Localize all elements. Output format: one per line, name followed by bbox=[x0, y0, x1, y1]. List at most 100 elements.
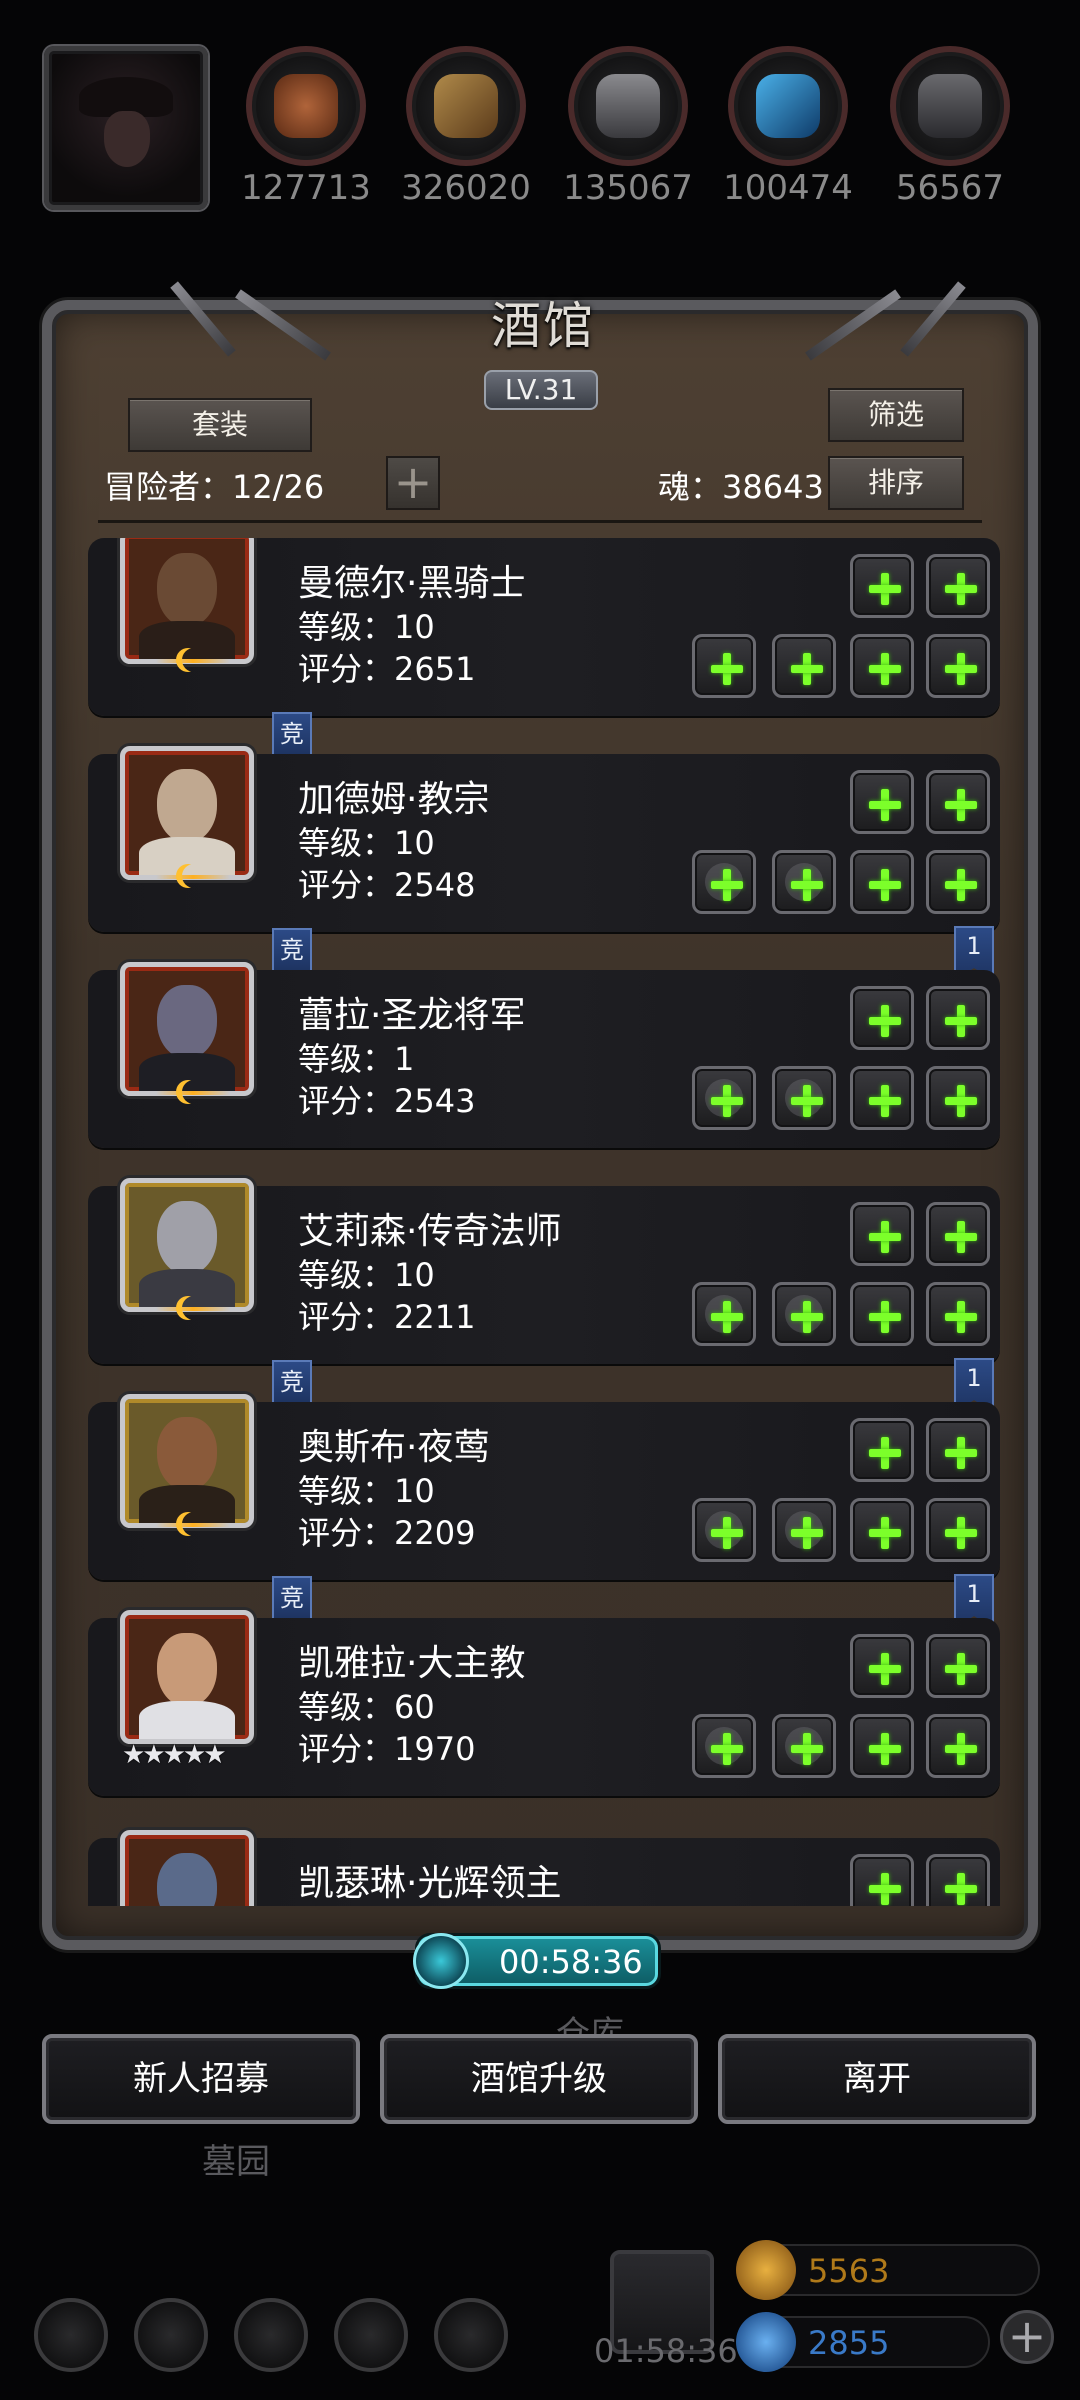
leave-button[interactable]: 离开 bbox=[718, 2034, 1036, 2124]
equip-slot-add-icon[interactable] bbox=[926, 850, 990, 914]
hero-level: 等级：10 bbox=[298, 1472, 435, 1510]
armor-slot-add-icon[interactable] bbox=[772, 1066, 836, 1130]
equip-slot-add-icon[interactable] bbox=[926, 986, 990, 1050]
equip-slot-add-icon[interactable] bbox=[926, 1282, 990, 1346]
hero-card[interactable]: ★★★★★ 凯雅拉·大主教 等级：60 评分：1970 bbox=[88, 1610, 1000, 1796]
adventurer-count: 冒险者：12/26 bbox=[104, 468, 325, 506]
equip-slot-add-icon[interactable] bbox=[850, 1634, 914, 1698]
equip-slot-add-icon[interactable] bbox=[926, 1714, 990, 1778]
arena-tag: 竞 bbox=[272, 928, 312, 972]
gold-coin-icon bbox=[736, 2240, 796, 2300]
clock-icon bbox=[413, 1933, 469, 1989]
hero-name: 凯雅拉·大主教 bbox=[298, 1643, 526, 1684]
hero-name: 艾莉森·传奇法师 bbox=[298, 1211, 562, 1252]
upgrade-tavern-button[interactable]: 酒馆升级 bbox=[380, 2034, 698, 2124]
armor-slot-add-icon[interactable] bbox=[772, 1714, 836, 1778]
crystal-value: 100474 bbox=[723, 168, 853, 208]
equip-slot-add-icon[interactable] bbox=[850, 986, 914, 1050]
moon-rank-icon bbox=[156, 1078, 230, 1108]
moon-rank-icon bbox=[156, 646, 230, 676]
equip-slot-add-icon[interactable] bbox=[850, 1714, 914, 1778]
hero-list[interactable]: 曼德尔·黑骑士 等级：10 评分：2651 竞 加德姆·教宗 等级：10 评分：… bbox=[88, 538, 1000, 1906]
filter-button[interactable]: 筛选 bbox=[828, 388, 964, 442]
hero-name: 蕾拉·圣龙将军 bbox=[298, 995, 526, 1036]
weapon-slot-add-icon[interactable] bbox=[692, 1282, 756, 1346]
equip-slot-add-icon[interactable] bbox=[926, 1066, 990, 1130]
weapon-slot-add-icon[interactable] bbox=[692, 1714, 756, 1778]
equip-slot-add-icon[interactable] bbox=[926, 634, 990, 698]
settings-icon[interactable] bbox=[34, 2298, 108, 2372]
equip-slot-add-icon[interactable] bbox=[850, 770, 914, 834]
hero-card[interactable]: 曼德尔·黑骑士 等级：10 评分：2651 bbox=[88, 538, 1000, 716]
equip-slot-add-icon[interactable] bbox=[850, 1418, 914, 1482]
armor-slot-add-icon[interactable] bbox=[772, 1498, 836, 1562]
equip-slot-add-icon[interactable] bbox=[850, 1498, 914, 1562]
hero-level: 等级：10 bbox=[298, 824, 435, 862]
hero-score: 评分：2211 bbox=[298, 1298, 476, 1336]
recruit-button[interactable]: 新人招募 bbox=[42, 2034, 360, 2124]
hero-name: 奥斯布·夜莺 bbox=[298, 1427, 490, 1468]
equip-slot-add-icon[interactable] bbox=[850, 850, 914, 914]
equip-slot-add-icon[interactable] bbox=[850, 1854, 914, 1906]
hero-card[interactable]: 凯瑟琳·光辉领主 bbox=[88, 1830, 1000, 1906]
equip-slot-add-icon[interactable] bbox=[850, 1066, 914, 1130]
ranking-icon[interactable] bbox=[234, 2298, 308, 2372]
hero-card[interactable]: 加德姆·教宗 等级：10 评分：2548 bbox=[88, 746, 1000, 932]
hero-portrait bbox=[120, 1178, 254, 1312]
arena-tag: 竞 bbox=[272, 712, 312, 756]
equip-slot-add-icon[interactable] bbox=[926, 554, 990, 618]
iron-icon[interactable] bbox=[568, 46, 688, 166]
hero-name: 曼德尔·黑骑士 bbox=[298, 563, 526, 604]
mail-icon[interactable] bbox=[334, 2298, 408, 2372]
equip-slot-add-icon[interactable] bbox=[850, 1202, 914, 1266]
hero-level: 等级：10 bbox=[298, 1256, 435, 1294]
equip-slot-add-icon[interactable] bbox=[926, 1634, 990, 1698]
timer-text: 00:58:36 bbox=[499, 1943, 643, 1981]
armor-slot-add-icon[interactable] bbox=[772, 1282, 836, 1346]
equip-slot-add-icon[interactable] bbox=[850, 634, 914, 698]
gift-timer: 01:58:36 bbox=[594, 2332, 738, 2370]
hero-score: 评分：1970 bbox=[298, 1730, 476, 1768]
moon-rank-icon bbox=[156, 1510, 230, 1540]
equip-slot-add-icon[interactable] bbox=[926, 1418, 990, 1482]
hero-score: 评分：2543 bbox=[298, 1082, 476, 1120]
avatar-face bbox=[104, 111, 150, 167]
equip-slot-add-icon[interactable] bbox=[926, 1498, 990, 1562]
equip-slot-add-icon[interactable] bbox=[772, 634, 836, 698]
wood-icon[interactable] bbox=[406, 46, 526, 166]
steel-icon[interactable] bbox=[890, 46, 1010, 166]
player-avatar[interactable] bbox=[44, 46, 208, 210]
hero-name: 凯瑟琳·光辉领主 bbox=[298, 1863, 562, 1904]
set-button[interactable]: 套装 bbox=[128, 398, 312, 452]
equip-slot-add-icon[interactable] bbox=[926, 1854, 990, 1906]
equip-slot-add-icon[interactable] bbox=[926, 770, 990, 834]
hero-card[interactable]: 蕾拉·圣龙将军 等级：1 评分：2543 bbox=[88, 962, 1000, 1148]
weapon-slot-add-icon[interactable] bbox=[692, 1066, 756, 1130]
sort-button[interactable]: 排序 bbox=[828, 456, 964, 510]
hero-level: 等级：60 bbox=[298, 1688, 435, 1726]
meat-icon[interactable] bbox=[246, 46, 366, 166]
star-rating: ★★★★★ bbox=[122, 1740, 227, 1770]
add-currency-button[interactable]: + bbox=[1000, 2310, 1054, 2364]
crystal-icon[interactable] bbox=[728, 46, 848, 166]
arena-tag: 竞 bbox=[272, 1360, 312, 1404]
equip-slot-add-icon[interactable] bbox=[850, 1282, 914, 1346]
hero-card[interactable]: 奥斯布·夜莺 等级：10 评分：2209 bbox=[88, 1394, 1000, 1580]
cemetery-label[interactable]: 墓园 bbox=[202, 2134, 270, 2183]
arena-tag: 竞 bbox=[272, 1576, 312, 1620]
social-icon[interactable] bbox=[434, 2298, 508, 2372]
equip-slot-add-icon[interactable] bbox=[692, 634, 756, 698]
panel-divider bbox=[98, 520, 982, 523]
equip-slot-add-icon[interactable] bbox=[926, 1202, 990, 1266]
gold-value: 5563 bbox=[808, 2252, 890, 2290]
weapon-slot-add-icon[interactable] bbox=[692, 850, 756, 914]
add-adventurer-button[interactable]: + bbox=[386, 456, 440, 510]
iron-value: 135067 bbox=[563, 168, 693, 208]
hero-portrait bbox=[120, 962, 254, 1096]
achievement-icon[interactable] bbox=[134, 2298, 208, 2372]
hero-portrait bbox=[120, 1610, 254, 1744]
weapon-slot-add-icon[interactable] bbox=[692, 1498, 756, 1562]
armor-slot-add-icon[interactable] bbox=[772, 850, 836, 914]
hero-card[interactable]: 艾莉森·传奇法师 等级：10 评分：2211 bbox=[88, 1178, 1000, 1364]
equip-slot-add-icon[interactable] bbox=[850, 554, 914, 618]
